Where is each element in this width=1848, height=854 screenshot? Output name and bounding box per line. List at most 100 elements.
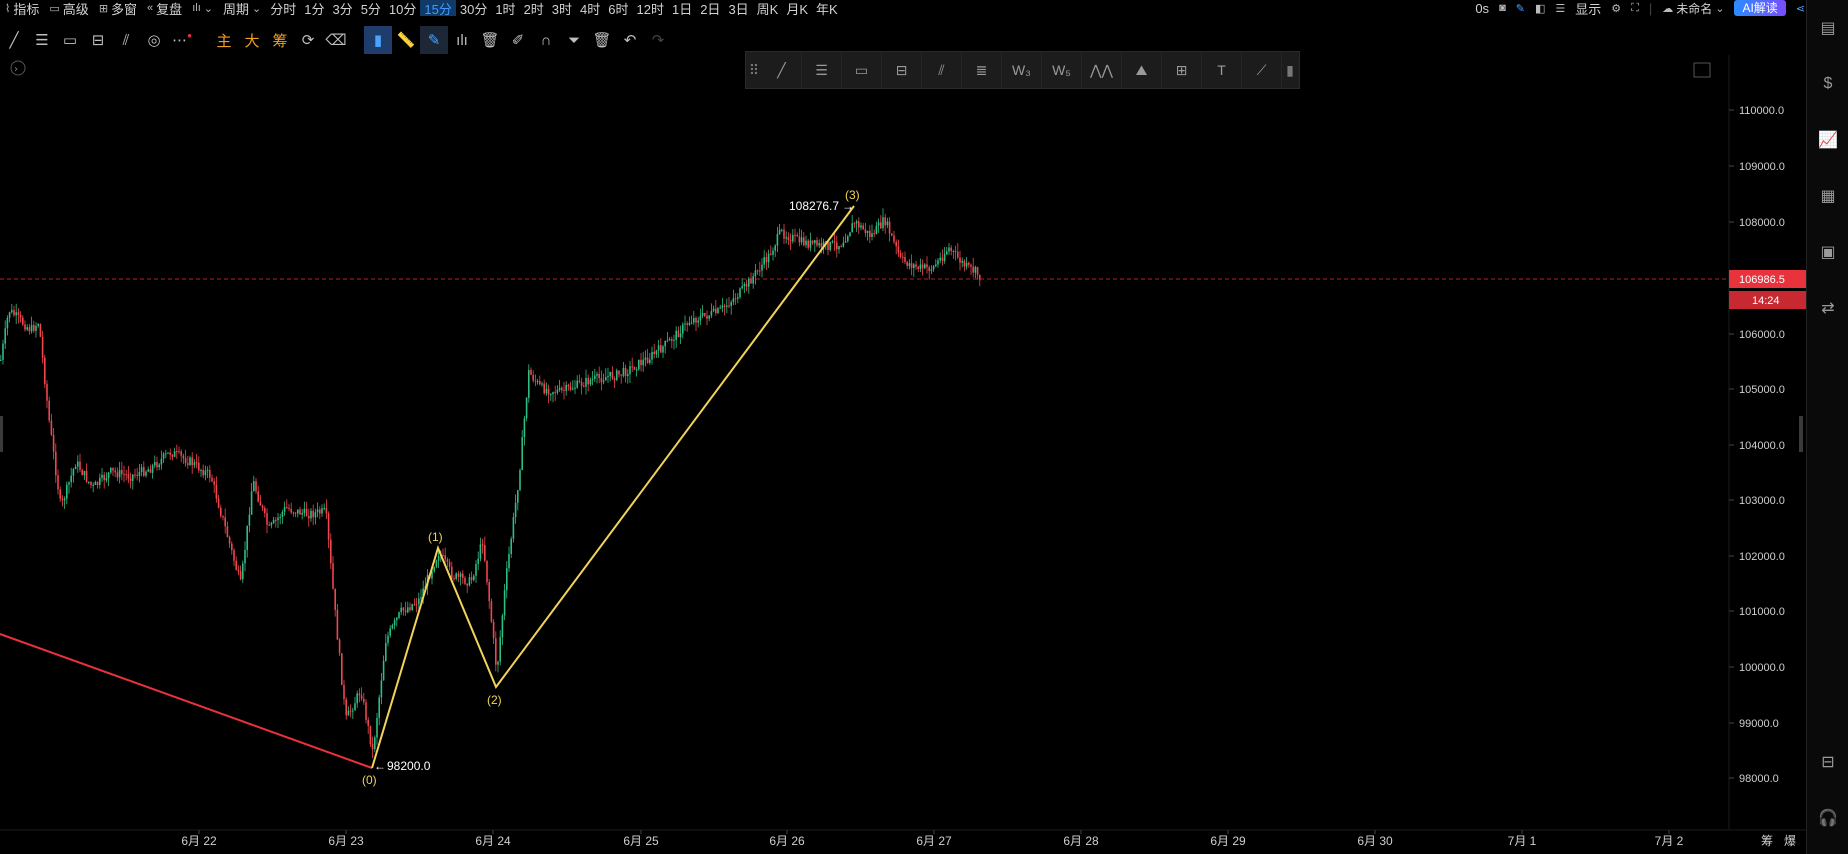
- sub-channel-icon[interactable]: ⫽: [922, 51, 962, 89]
- share-icon[interactable]: ⋖: [1796, 2, 1805, 15]
- ai-interpret-button[interactable]: AI解读: [1734, 0, 1786, 16]
- timeframe-12[interactable]: 12时: [633, 0, 668, 17]
- bottom-chip-label[interactable]: 筹: [1761, 834, 1773, 848]
- sub-hlines-icon[interactable]: ☰: [802, 51, 842, 89]
- sub-ray-icon[interactable]: ⟋: [1242, 51, 1282, 89]
- big-order-button[interactable]: 大: [238, 26, 266, 54]
- sub-add-icon[interactable]: ⊞: [1162, 51, 1202, 89]
- timeframe-11[interactable]: 6时: [604, 0, 632, 17]
- candle-body: [358, 693, 361, 696]
- timeframe-1[interactable]: 1分: [300, 0, 328, 17]
- undo-icon[interactable]: ↶: [616, 26, 644, 54]
- sub-wave5-icon[interactable]: W₅: [1042, 51, 1082, 89]
- sub-fib-icon[interactable]: ≣: [962, 51, 1002, 89]
- chip-distribution-button[interactable]: 筹: [266, 26, 294, 54]
- replay-menu[interactable]: «复盘: [142, 0, 187, 17]
- settings-icon[interactable]: ⚙: [1611, 2, 1621, 15]
- scroll-handle[interactable]: [1799, 416, 1803, 452]
- multi-window-menu[interactable]: ⊞ 多窗: [94, 0, 142, 17]
- line-tool-icon[interactable]: ╱: [0, 26, 28, 54]
- timeframe-0[interactable]: 分时: [266, 0, 300, 17]
- trend-icon[interactable]: 📈: [1807, 112, 1848, 168]
- ruler-icon[interactable]: 📏: [392, 26, 420, 54]
- timeframe-3[interactable]: 5分: [357, 0, 385, 17]
- layout-panel-icon[interactable]: ⊟: [1807, 734, 1848, 790]
- display-menu[interactable]: 显示: [1575, 0, 1601, 18]
- rectangle-tool-icon[interactable]: ▭: [56, 26, 84, 54]
- elliott-wave-drawing[interactable]: [371, 205, 855, 769]
- sync-drawing-icon[interactable]: ⟳: [294, 26, 322, 54]
- sub-range-icon[interactable]: ⊟: [882, 51, 922, 89]
- candle-body: [173, 451, 176, 457]
- timeframe-17[interactable]: 月K: [782, 0, 812, 17]
- exchange-icon[interactable]: ⇄: [1807, 280, 1848, 336]
- cloud-save-menu[interactable]: ☁ 未命名 ⌄: [1662, 0, 1724, 17]
- candle-body: [92, 484, 94, 486]
- timeframe-5[interactable]: 15分: [420, 0, 456, 17]
- fullscreen-corner-icon[interactable]: [1693, 62, 1711, 78]
- trend-line[interactable]: [0, 633, 373, 769]
- trash-lock-icon[interactable]: 🗑: [476, 26, 504, 54]
- sub-collapse-icon[interactable]: ▮: [1282, 51, 1298, 89]
- camera-icon[interactable]: ◙: [1499, 2, 1506, 14]
- main-chart-button[interactable]: 主: [210, 26, 238, 54]
- bookmark-icon[interactable]: ▮: [364, 26, 392, 54]
- redo-icon[interactable]: ↷: [644, 26, 672, 54]
- calendar-panel-icon[interactable]: ▣: [1807, 224, 1848, 280]
- fullscreen-icon[interactable]: ⛶: [1631, 2, 1639, 15]
- candle-pattern-icon[interactable]: ılı: [448, 26, 476, 54]
- delete-icon[interactable]: 🗑: [588, 26, 616, 54]
- timeframe-15[interactable]: 3日: [724, 0, 752, 17]
- sub-text-icon[interactable]: T: [1202, 51, 1242, 89]
- price-range-icon[interactable]: ⊟: [84, 26, 112, 54]
- timeframe-10[interactable]: 4时: [576, 0, 604, 17]
- magnet-icon[interactable]: ∩: [532, 26, 560, 54]
- y-tick-label: 106000.0: [1739, 329, 1785, 341]
- candle-body: [847, 236, 849, 242]
- list-icon[interactable]: ☰: [1555, 2, 1565, 15]
- fibonacci-circle-icon[interactable]: ◎: [140, 26, 168, 54]
- sub-line-icon[interactable]: ╱: [762, 51, 802, 89]
- sub-image-icon[interactable]: ⛰: [1122, 51, 1162, 89]
- advanced-menu[interactable]: ▭ 高级: [44, 0, 93, 17]
- timeframe-7[interactable]: 1时: [491, 0, 519, 17]
- chart-type-menu[interactable]: ılı ⌄: [187, 0, 218, 16]
- candle-body: [781, 229, 783, 231]
- filter-icon[interactable]: ⏷: [560, 26, 588, 54]
- timeframe-16[interactable]: 周K: [753, 0, 783, 17]
- sub-wave3-icon[interactable]: W₃: [1002, 51, 1042, 89]
- pen-icon[interactable]: ✎: [1516, 2, 1525, 15]
- channel-tool-icon[interactable]: ⫽: [112, 26, 140, 54]
- timeframe-2[interactable]: 3分: [328, 0, 356, 17]
- bottom-explode-label[interactable]: 爆: [1784, 834, 1796, 848]
- edit-note-icon[interactable]: ✐: [504, 26, 532, 54]
- document-icon[interactable]: ▤: [1807, 0, 1848, 56]
- timeframe-4[interactable]: 10分: [385, 0, 420, 17]
- left-scroll-handle[interactable]: [0, 416, 3, 452]
- parallel-lines-icon[interactable]: ☰: [28, 26, 56, 54]
- support-headset-icon[interactable]: 🎧: [1807, 790, 1848, 846]
- candle-body: [279, 516, 281, 518]
- layout-icon[interactable]: ◧: [1535, 2, 1545, 15]
- sub-pattern-icon[interactable]: ⋀⋀: [1082, 51, 1122, 89]
- timeframe-6[interactable]: 30分: [456, 0, 491, 17]
- pen-tool-icon[interactable]: ✎: [420, 26, 448, 54]
- candle-body: [682, 324, 684, 334]
- period-menu[interactable]: 周期 ⌄: [218, 0, 266, 17]
- candle-body: [932, 266, 935, 270]
- timeframe-14[interactable]: 2日: [696, 0, 724, 17]
- drag-handle-icon[interactable]: ⠿: [746, 51, 762, 89]
- order-icon[interactable]: $: [1807, 56, 1848, 112]
- candle-body: [398, 612, 400, 618]
- timeframe-8[interactable]: 2时: [520, 0, 548, 17]
- price-chart[interactable]: (0) (1) (2) (3) ← 98200.0 108276.7 → 110…: [0, 0, 1806, 854]
- more-tools-icon[interactable]: ⋯ ●: [168, 26, 196, 54]
- sub-rect-icon[interactable]: ▭: [842, 51, 882, 89]
- timeframe-13[interactable]: 1日: [668, 0, 696, 17]
- monitor-chart-icon[interactable]: ▦: [1807, 168, 1848, 224]
- candle-body: [655, 350, 658, 355]
- timeframe-18[interactable]: 年K: [812, 0, 842, 17]
- indicator-menu[interactable]: ⌇ 指标: [0, 0, 44, 17]
- eraser-icon[interactable]: ⌫: [322, 26, 350, 54]
- timeframe-9[interactable]: 3时: [548, 0, 576, 17]
